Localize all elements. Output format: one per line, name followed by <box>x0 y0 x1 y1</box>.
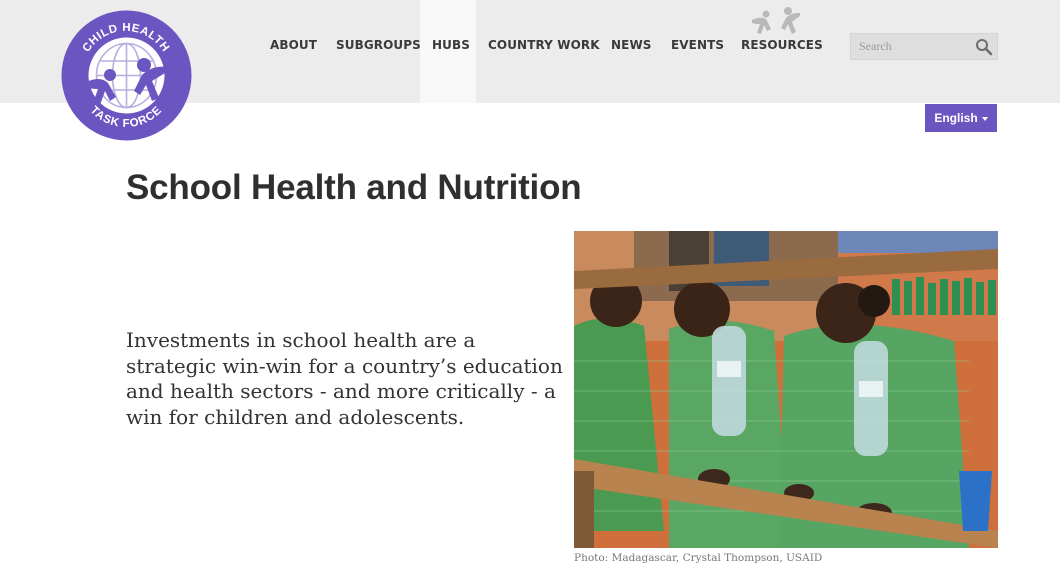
nav-item-subgroups[interactable]: SUBGROUPS <box>336 38 421 52</box>
nav-item-country-work[interactable]: COUNTRY WORK <box>488 38 600 52</box>
search-icon[interactable] <box>975 38 993 56</box>
nav-item-events[interactable]: EVENTS <box>671 38 724 52</box>
intro-paragraph: Investments in school health are a strat… <box>126 328 563 429</box>
people-icon[interactable] <box>750 5 802 37</box>
language-label: English <box>934 111 978 125</box>
nav-item-hubs[interactable]: HUBS <box>432 38 470 52</box>
caret-down-icon <box>981 116 988 121</box>
nav-item-about[interactable]: ABOUT <box>270 38 317 52</box>
search-box <box>850 33 998 60</box>
search-input[interactable] <box>851 34 969 59</box>
nav-item-resources[interactable]: RESOURCES <box>741 38 823 52</box>
school-handwashing-photo <box>574 231 998 548</box>
language-dropdown[interactable]: English <box>925 104 997 132</box>
photo-caption: Photo: Madagascar, Crystal Thompson, USA… <box>574 552 823 564</box>
child-health-task-force-logo[interactable]: CHILD HEALTH TASK FORCE <box>60 9 193 142</box>
page-title: School Health and Nutrition <box>126 168 582 207</box>
nav-item-news[interactable]: NEWS <box>611 38 652 52</box>
